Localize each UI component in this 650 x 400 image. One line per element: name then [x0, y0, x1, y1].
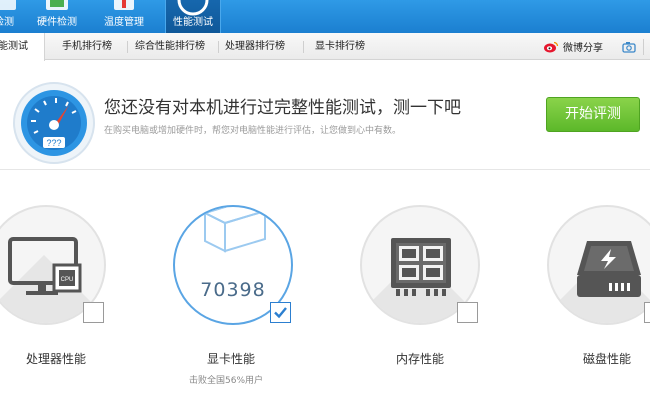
toolbar-item-performance[interactable]: 性能测试	[165, 0, 221, 33]
banner-headline: 您还没有对本机进行过完整性能测试，测一下吧	[104, 98, 461, 118]
toolbar-item-temperature[interactable]: 温度管理	[98, 0, 150, 33]
card-label: 显卡性能	[206, 352, 255, 366]
speedometer-gauge-icon: ???	[13, 82, 95, 164]
card-gpu[interactable]: 70398 显卡性能 击败全国56%用户	[173, 205, 293, 386]
top-toolbar: 检测 硬件检测 温度管理 性能测试	[0, 0, 650, 33]
toolbar-item-label: 性能测试	[173, 17, 213, 28]
3d-cube-icon	[202, 207, 268, 253]
toolbar-item-label: 温度管理	[104, 17, 144, 28]
card-memory[interactable]: 内存性能	[360, 205, 480, 366]
cpu-monitor-icon: CPU	[8, 237, 82, 295]
tab-bar: 性能测试 手机排行榜 综合性能排行榜 处理器排行榜 显卡排行榜 微博分享	[0, 33, 650, 61]
card-label: 内存性能	[395, 352, 444, 366]
tab-divider	[127, 41, 128, 53]
start-benchmark-button[interactable]: 开始评测	[546, 97, 640, 132]
ram-module-icon	[391, 238, 451, 296]
weibo-icon	[544, 41, 559, 52]
tab-overall-ranking[interactable]: 综合性能排行榜	[135, 33, 205, 60]
banner-subline: 在购买电脑或增加硬件时，帮您对电脑性能进行评估，让您做到心中有数。	[104, 126, 402, 136]
gauge-text: ???	[46, 138, 61, 148]
gpu-rank-text: 击败全国56%用户	[189, 376, 264, 386]
toolbar-item-label: 检测	[0, 17, 14, 28]
hard-disk-icon	[577, 241, 641, 297]
test-banner: ??? 您还没有对本机进行过完整性能测试，测一下吧 在购买电脑或增加硬件时，帮您…	[0, 61, 650, 170]
cpu-chip-label: CPU	[61, 277, 74, 283]
card-checkbox[interactable]	[83, 302, 104, 323]
gpu-score: 70398	[200, 279, 266, 301]
card-checkbox[interactable]	[270, 302, 291, 323]
screenshot-button[interactable]	[622, 33, 636, 60]
toolbar-item-hardware[interactable]: 硬件检测	[32, 0, 82, 33]
card-circle	[547, 205, 650, 325]
tab-cpu-ranking[interactable]: 处理器排行榜	[225, 33, 285, 60]
tab-phone-ranking[interactable]: 手机排行榜	[62, 33, 112, 60]
toolbar-item-check[interactable]: 检测	[0, 0, 30, 33]
tab-divider	[303, 41, 304, 53]
card-checkbox[interactable]	[644, 302, 650, 323]
card-label: 处理器性能	[25, 352, 86, 366]
card-disk[interactable]: 磁盘性能	[547, 205, 650, 366]
tab-gpu-ranking[interactable]: 显卡排行榜	[315, 33, 365, 60]
card-checkbox[interactable]	[457, 302, 478, 323]
tab-divider	[643, 39, 644, 55]
toolbar-item-label: 硬件检测	[37, 17, 77, 28]
checkmark-icon	[274, 307, 287, 319]
tab-performance-test[interactable]: 性能测试	[0, 33, 45, 61]
camera-icon	[622, 41, 636, 53]
tab-divider	[218, 41, 219, 53]
share-label: 微博分享	[563, 43, 603, 54]
card-label: 磁盘性能	[582, 352, 631, 366]
weibo-share-button[interactable]: 微博分享	[543, 33, 603, 60]
card-cpu[interactable]: CPU 处理器性能	[0, 205, 106, 366]
